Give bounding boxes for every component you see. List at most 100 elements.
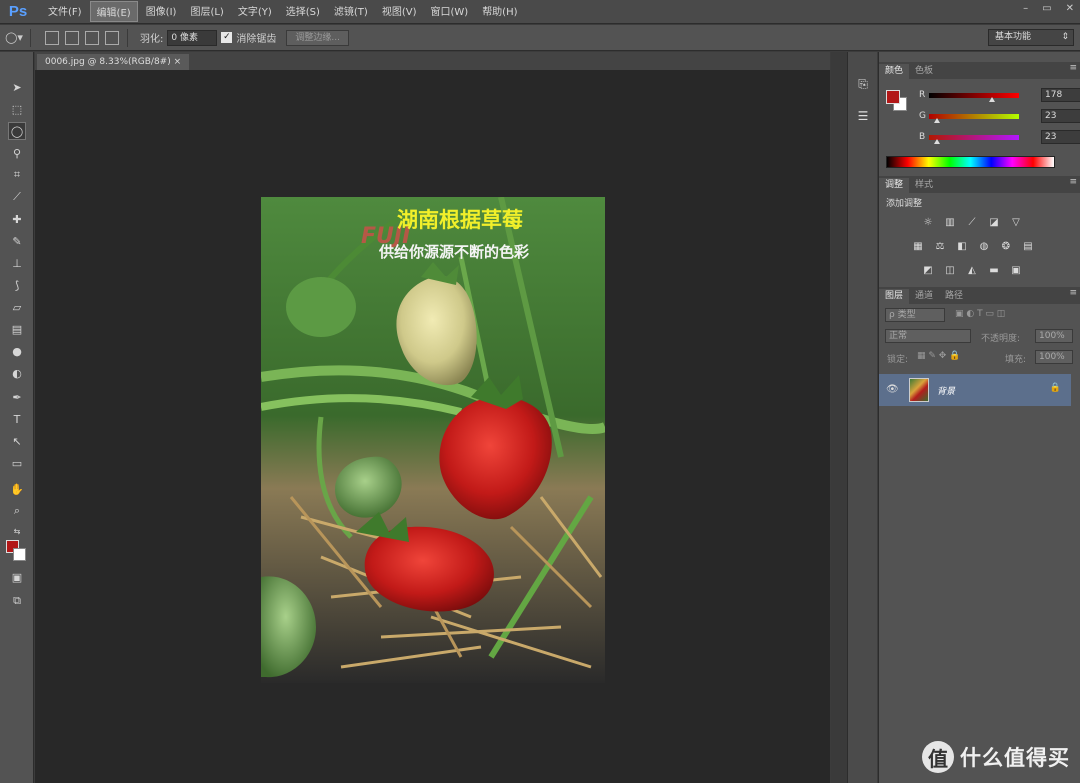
tab-styles[interactable]: 样式 [909,178,939,193]
color-lookup-icon[interactable]: ▤ [1021,240,1035,252]
layer-row-background[interactable]: 👁 背景 🔒 [879,374,1071,406]
tab-color[interactable]: 颜色 [879,64,910,79]
eraser-tool-icon[interactable]: ▱ [8,298,26,316]
opacity-input[interactable]: 100% [1035,329,1073,343]
blue-slider-thumb[interactable] [934,139,941,144]
red-value-input[interactable]: 178 [1041,88,1080,102]
new-selection-icon[interactable] [45,30,59,45]
subtract-selection-icon[interactable] [85,30,99,45]
move-tool-icon[interactable]: ➤ [8,78,26,96]
menu-layer[interactable]: 图层(L) [184,1,229,22]
crop-tool-icon[interactable]: ⌗ [8,166,26,184]
green-value-input[interactable]: 23 [1041,109,1080,123]
levels-icon[interactable]: ▥ [943,216,957,228]
black-white-icon[interactable]: ◧ [955,240,969,252]
fill-input[interactable]: 100% [1035,350,1073,364]
green-slider-thumb[interactable] [934,118,941,123]
dodge-tool-icon[interactable]: ◐ [8,364,26,382]
intersect-selection-icon[interactable] [105,30,119,45]
minimize-button[interactable]: – [1023,3,1028,14]
panel-menu-icon[interactable]: ≡ [1069,288,1077,298]
swap-colors-icon[interactable]: ⇆ [8,522,26,540]
background-color-swatch[interactable] [13,548,26,561]
zoom-tool-icon[interactable]: ⌕ [8,502,26,520]
red-slider[interactable] [929,93,1019,98]
tab-swatches[interactable]: 色板 [909,64,939,79]
eyedropper-tool-icon[interactable]: ⟋ [8,188,26,206]
lock-icons[interactable]: ▦ ✎ ✥ 🔒 [917,351,960,361]
panel-menu-icon[interactable]: ≡ [1069,63,1077,73]
eye-icon[interactable]: 👁 [886,384,899,396]
history-brush-tool-icon[interactable]: ⟆ [8,276,26,294]
hand-tool-icon[interactable]: ✋ [8,480,26,498]
gradient-tool-icon[interactable]: ▤ [8,320,26,338]
menu-filter[interactable]: 滤镜(T) [328,1,374,22]
posterize-icon[interactable]: ◫ [943,264,957,276]
tab-adjustments[interactable]: 调整 [879,178,910,193]
color-balance-icon[interactable]: ⚖ [933,240,947,252]
history-panel-icon[interactable]: ⎘ [853,74,873,94]
screen-mode-icon[interactable]: ⧉ [8,592,26,610]
menu-edit[interactable]: 编辑(E) [89,1,138,22]
blur-tool-icon[interactable]: ● [8,342,26,360]
blue-value-input[interactable]: 23 [1041,130,1080,144]
lasso-tool-icon[interactable]: ◯ [8,122,26,140]
hue-saturation-icon[interactable]: ▦ [911,240,925,252]
invert-icon[interactable]: ◩ [921,264,935,276]
gradient-map-icon[interactable]: ▬ [987,264,1001,276]
red-slider-thumb[interactable] [989,97,995,102]
menu-select[interactable]: 选择(S) [280,1,326,22]
antialias-checkbox[interactable]: ✓ [221,32,233,43]
feather-label: 羽化: [140,34,164,45]
refine-edge-button[interactable]: 调整边缘... [286,29,349,46]
tab-layers[interactable]: 图层 [879,289,910,304]
clone-stamp-tool-icon[interactable]: ⊥ [8,254,26,272]
pen-tool-icon[interactable]: ✒ [8,388,26,406]
menu-type[interactable]: 文字(Y) [232,1,278,22]
vibrance-icon[interactable]: ▽ [1009,216,1023,228]
add-selection-icon[interactable] [65,30,79,45]
photo-filter-icon[interactable]: ◍ [977,240,991,252]
canvas-area[interactable]: FUJI 湖南根据草莓 供给你源源不断的色彩 [35,70,830,783]
tab-channels[interactable]: 通道 [909,289,939,304]
shape-tool-icon[interactable]: ▭ [8,454,26,472]
close-button[interactable]: ✕ [1066,3,1074,14]
brush-tool-icon[interactable]: ✎ [8,232,26,250]
marquee-tool-icon[interactable]: ⬚ [8,100,26,118]
document-tab-bar: 0006.jpg @ 8.33%(RGB/8#) × [35,52,830,70]
channel-mixer-icon[interactable]: ❂ [999,240,1013,252]
quick-mask-icon[interactable]: ▣ [8,568,26,586]
menu-window[interactable]: 窗口(W) [424,1,474,22]
layer-kind-filter[interactable]: ρ 类型 [885,308,945,322]
exposure-icon[interactable]: ◪ [987,216,1001,228]
dock-collapse-strip[interactable] [831,52,847,783]
menu-image[interactable]: 图像(I) [140,1,183,22]
close-icon[interactable]: × [174,57,182,67]
panel-menu-icon[interactable]: ≡ [1069,177,1077,187]
lasso-preset-icon[interactable]: ◯▾ [5,30,23,46]
menu-file[interactable]: 文件(F) [42,1,88,22]
workspace-select[interactable]: 基本功能 ⇕ [988,29,1074,46]
color-spectrum-bar[interactable] [886,156,1055,168]
properties-panel-icon[interactable]: ☰ [853,106,873,126]
filter-icons[interactable]: ▣ ◐ T ▭ ◫ [955,309,1005,319]
document-tab[interactable]: 0006.jpg @ 8.33%(RGB/8#) × [37,54,190,70]
menu-view[interactable]: 视图(V) [376,1,423,22]
menu-help[interactable]: 帮助(H) [476,1,523,22]
blue-slider[interactable] [929,135,1019,140]
tab-paths[interactable]: 路径 [939,289,969,304]
foreground-color-swatch[interactable] [886,90,900,104]
blend-mode-select[interactable]: 正常 [885,329,971,343]
healing-brush-tool-icon[interactable]: ✚ [8,210,26,228]
threshold-icon[interactable]: ◭ [965,264,979,276]
green-slider[interactable] [929,114,1019,119]
selective-color-icon[interactable]: ▣ [1009,264,1023,276]
feather-input[interactable]: 0 像素 [167,29,218,46]
curves-icon[interactable]: ⟋ [965,216,979,228]
type-tool-icon[interactable]: T [8,410,26,428]
brightness-icon[interactable]: ☼ [921,216,935,228]
restore-button[interactable]: ▭ [1042,3,1051,14]
document-canvas-image[interactable]: FUJI 湖南根据草莓 供给你源源不断的色彩 [261,197,605,683]
quick-select-tool-icon[interactable]: ⚲ [8,144,26,162]
path-select-tool-icon[interactable]: ↖ [8,432,26,450]
